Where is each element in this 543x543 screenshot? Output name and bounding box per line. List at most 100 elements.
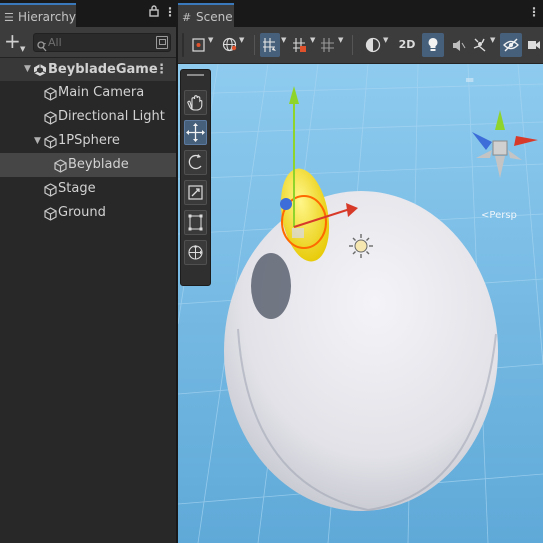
hierarchy-tab-strip: ☰ Hierarchy ⋮ (0, 0, 176, 27)
chevron-down-icon: ▼ (310, 36, 316, 44)
sphere-shading-icon (365, 37, 381, 53)
lock-icon[interactable] (149, 5, 159, 20)
rect-tool-button[interactable] (184, 210, 207, 235)
tab-scene-label: Scene (196, 10, 233, 24)
scene-menu-icon[interactable]: ⋮ (155, 58, 168, 81)
gameobject-cube-icon (44, 110, 57, 125)
hand-tool-button[interactable] (184, 90, 207, 115)
grid-icon (321, 38, 334, 52)
gameobject-cube-icon (44, 134, 57, 149)
scene-name: BeybladeGame (48, 62, 158, 77)
chevron-down-icon: ▼ (338, 36, 344, 44)
draw-mode-icon (192, 38, 205, 52)
stage-bowl (224, 191, 498, 511)
overlay-drag-handle[interactable] (187, 74, 204, 76)
plus-icon: + (4, 29, 21, 53)
search-input[interactable] (48, 34, 158, 51)
increment-snapping-button[interactable] (291, 33, 309, 57)
hierarchy-item-label: Main Camera (58, 85, 145, 100)
tab-hierarchy-label: Hierarchy (18, 10, 77, 24)
separator (352, 35, 353, 55)
create-button[interactable]: + ▼ (4, 31, 30, 53)
expand-arrow-icon[interactable]: ▼ (24, 58, 31, 81)
audio-toggle-button[interactable] (448, 33, 468, 57)
gameobject-cube-icon (54, 158, 67, 173)
chevron-down-icon: ▼ (490, 36, 496, 44)
panel-menu-icon[interactable]: ⋮ (528, 5, 540, 19)
hierarchy-item-ground[interactable]: Ground (0, 201, 176, 225)
hierarchy-item-main-camera[interactable]: Main Camera (0, 81, 176, 105)
toolbar-grip (182, 33, 184, 57)
hierarchy-item-label: 1PSphere (58, 133, 120, 148)
speaker-mute-icon (452, 40, 465, 51)
scene-root-row[interactable]: ▼ BeybladeGame ⋮ (0, 58, 176, 81)
perspective-label-text: Persp (489, 210, 517, 221)
tab-scene[interactable]: # Scene (178, 3, 234, 27)
draw-mode-button[interactable] (190, 33, 208, 57)
search-icon (37, 37, 47, 56)
panel-menu-icon[interactable]: ⋮ (164, 5, 176, 19)
lighting-toggle-button[interactable] (422, 33, 444, 57)
chevron-down-icon: ▼ (20, 45, 26, 53)
rotate-icon (188, 154, 202, 170)
filter-icon[interactable] (156, 36, 168, 49)
transform-icon (188, 245, 203, 260)
gameobject-cube-icon (44, 206, 57, 221)
beyblade-shadow (251, 253, 291, 319)
hierarchy-item-directional-light[interactable]: Directional Light (0, 105, 176, 129)
perspective-label[interactable]: <Persp (481, 210, 517, 221)
move-icon (186, 123, 205, 142)
effects-button[interactable] (470, 33, 490, 57)
hierarchy-item-label: Beyblade (68, 157, 129, 172)
hierarchy-item-stage[interactable]: Stage (0, 177, 176, 201)
hierarchy-item-label: Stage (58, 181, 96, 196)
scene-tab-strip: # Scene ⋮ (178, 0, 543, 27)
unity-editor: ☰Hierarchy ⋮ +▼ ▼ (0, 0, 543, 543)
camera-settings-button[interactable] (526, 33, 542, 57)
scale-tool-button[interactable] (184, 180, 207, 205)
hierarchy-panel: ☰Hierarchy ⋮ +▼ ▼ (0, 0, 177, 543)
transform-tool-button[interactable] (184, 240, 207, 265)
gameobject-cube-icon (44, 86, 57, 101)
hierarchy-search (33, 33, 171, 52)
camera-icon (528, 41, 540, 49)
hierarchy-toolbar: + ▼ (0, 27, 176, 58)
scene-viewport[interactable]: ═ <Persp (178, 64, 543, 543)
scene-visibility-button[interactable] (500, 33, 522, 57)
scene-panel: # Scene ⋮ ▼ ▼ ▼ ▼ ▼ ▼ 2D ▼ ═ <Persp (178, 0, 543, 543)
rotate-tool-button[interactable] (184, 150, 207, 175)
move-tool-button[interactable] (184, 120, 207, 145)
globe-icon (222, 37, 236, 52)
mode-2d-button[interactable]: 2D (396, 33, 418, 57)
rect-transform-icon (188, 214, 203, 231)
hierarchy-item-1psphere[interactable]: ▼ 1PSphere (0, 129, 176, 153)
separator (254, 35, 255, 55)
scale-icon (188, 185, 203, 200)
gizmo-menu-icon: ═ (465, 73, 474, 87)
tab-hierarchy[interactable]: ☰ Hierarchy (0, 3, 76, 27)
chevron-down-icon: ▼ (281, 36, 287, 44)
hierarchy-item-label: Ground (58, 205, 106, 220)
effects-icon (473, 38, 486, 52)
grid-visibility-button[interactable] (319, 33, 337, 57)
z-axis-handle (280, 198, 292, 210)
grid-snap-icon (263, 38, 276, 52)
scene-tools-overlay (180, 69, 211, 286)
hierarchy-tree: ▼ BeybladeGame ⋮ Main Camera Directional… (0, 58, 176, 225)
scene-toolbar: ▼ ▼ ▼ ▼ ▼ ▼ 2D ▼ (178, 27, 543, 64)
grid-snapping-button[interactable] (260, 33, 280, 57)
lightbulb-icon (428, 38, 438, 51)
hierarchy-item-beyblade[interactable]: Beyblade (0, 153, 176, 177)
hand-icon (187, 95, 203, 111)
chevron-down-icon: ▼ (208, 36, 214, 44)
gameobject-cube-icon (44, 182, 57, 197)
scene-view-canvas[interactable]: ═ (178, 64, 543, 543)
hierarchy-item-label: Directional Light (58, 109, 165, 124)
expand-arrow-icon[interactable]: ▼ (34, 129, 41, 153)
chevron-down-icon: ▼ (239, 36, 245, 44)
chevron-down-icon: ▼ (383, 36, 389, 44)
increment-snap-icon (293, 38, 306, 52)
global-local-button[interactable] (220, 33, 238, 57)
eye-hidden-icon (503, 38, 519, 52)
shading-mode-button[interactable] (364, 33, 382, 57)
